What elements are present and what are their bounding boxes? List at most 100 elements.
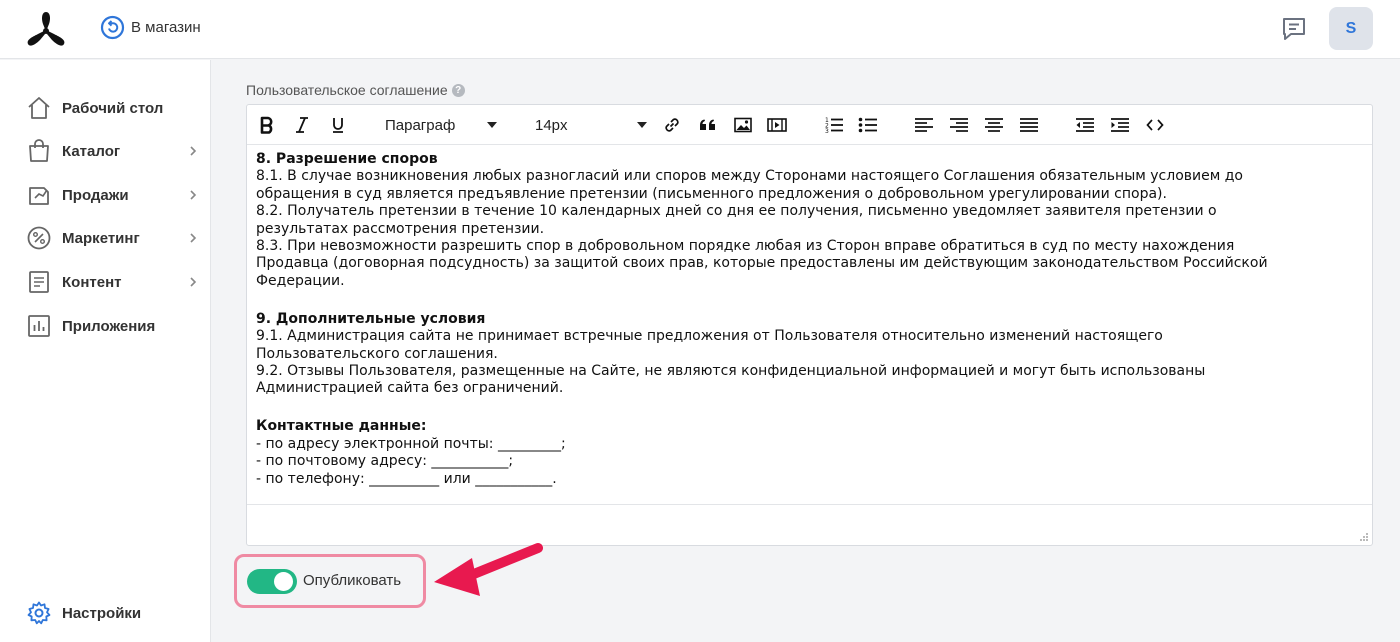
sidebar-item-label: Контент	[62, 273, 122, 291]
annotation-arrow-icon	[434, 543, 543, 596]
text-line: Федерации.	[256, 272, 345, 289]
gear-icon	[27, 601, 51, 625]
text-line: 9.2. Отзывы Пользователя, размещенные на…	[256, 363, 1206, 380]
logo-icon[interactable]	[24, 10, 68, 48]
video-button[interactable]	[766, 113, 788, 137]
sidebar-item-label: Настройки	[62, 604, 142, 622]
paragraph-select[interactable]: Параграф	[385, 113, 503, 137]
bar-chart-icon	[28, 315, 50, 337]
sidebar-item-catalog[interactable]: Каталог	[0, 131, 211, 171]
text-line: результатах рассмотрения претензии.	[256, 220, 545, 237]
sales-icon	[29, 187, 49, 205]
field-label: Пользовательское соглашение ?	[246, 82, 465, 98]
editor-toolbar: Параграф 14px 123	[247, 105, 1372, 145]
editor-status-bar	[247, 504, 1372, 545]
messages-icon[interactable]	[1280, 16, 1308, 42]
italic-icon	[296, 117, 308, 133]
user-avatar[interactable]: S	[1329, 7, 1373, 50]
italic-button[interactable]	[292, 113, 312, 137]
bold-button[interactable]	[257, 113, 277, 137]
align-justify-button[interactable]	[1018, 113, 1040, 137]
font-size-select-value: 14px	[535, 116, 568, 134]
font-size-select[interactable]: 14px	[535, 113, 650, 137]
resize-handle-icon[interactable]	[1359, 532, 1369, 542]
help-icon[interactable]: ?	[451, 83, 465, 97]
chevron-right-icon	[190, 190, 197, 200]
editor-content[interactable]: 8. Разрешение споров 8.1. В случае возни…	[256, 151, 1361, 488]
publish-highlight: Опубликовать	[234, 554, 426, 608]
text-line: Администрацией сайта без ограничений.	[256, 380, 564, 397]
ordered-list-button[interactable]: 123	[823, 113, 845, 137]
ordered-list-icon: 123	[825, 117, 843, 134]
link-button[interactable]	[662, 113, 682, 137]
align-center-button[interactable]	[983, 113, 1005, 137]
sidebar-item-label: Рабочий стол	[62, 99, 164, 117]
text-line: 8.2. Получатель претензии в течение 10 к…	[256, 203, 1217, 220]
field-label-text: Пользовательское соглашение	[246, 82, 448, 98]
home-icon	[28, 97, 50, 119]
sidebar: Рабочий стол Каталог Продажи Маркетинг К…	[0, 60, 211, 642]
align-left-button[interactable]	[913, 113, 935, 137]
align-center-icon	[985, 118, 1003, 132]
contacts-heading: Контактные данные:	[256, 418, 427, 435]
toggle-knob	[274, 572, 293, 591]
sidebar-item-marketing[interactable]: Маркетинг	[0, 218, 211, 258]
paragraph-select-value: Параграф	[385, 116, 456, 134]
quote-icon	[700, 119, 715, 130]
link-icon	[665, 118, 679, 132]
sidebar-item-label: Маркетинг	[62, 229, 140, 247]
top-header: В магазин S	[0, 0, 1400, 59]
back-to-store-link[interactable]: В магазин	[100, 15, 201, 40]
chevron-right-icon	[190, 277, 197, 287]
align-right-button[interactable]	[948, 113, 970, 137]
publish-label: Опубликовать	[303, 572, 402, 589]
indent-icon	[1111, 118, 1129, 132]
text-line: Продавца (договорная подсудность) за защ…	[256, 255, 1268, 272]
indent-button[interactable]	[1109, 113, 1131, 137]
sidebar-item-apps[interactable]: Приложения	[0, 306, 211, 346]
sidebar-item-dashboard[interactable]: Рабочий стол	[0, 88, 211, 128]
chevron-down-icon	[637, 122, 647, 128]
align-right-icon	[950, 118, 968, 132]
text-line: обращения в суд является предъявление пр…	[256, 185, 1167, 202]
bold-icon	[260, 116, 273, 134]
publish-toggle[interactable]	[247, 569, 297, 594]
sidebar-item-label: Каталог	[62, 142, 121, 160]
text-line: - по почтовому адресу: ___________;	[256, 453, 514, 470]
code-icon	[1146, 119, 1164, 131]
sidebar-item-sales[interactable]: Продажи	[0, 175, 211, 215]
shopping-bag-icon	[29, 139, 49, 162]
text-line: 8.1. В случае возникновения любых разног…	[256, 168, 1243, 185]
rich-text-editor[interactable]: Параграф 14px 123 8. Разрешение споров 8…	[246, 104, 1373, 546]
align-justify-icon	[1020, 118, 1038, 132]
underline-button[interactable]	[328, 113, 348, 137]
text-line: - по телефону: __________ или __________…	[256, 470, 557, 487]
chevron-down-icon	[487, 122, 497, 128]
chevron-right-icon	[190, 146, 197, 156]
outdent-button[interactable]	[1074, 113, 1096, 137]
sidebar-item-label: Продажи	[62, 186, 129, 204]
chevron-right-icon	[190, 233, 197, 243]
sidebar-item-content[interactable]: Контент	[0, 262, 211, 302]
text-line: 8.3. При невозможности разрешить спор в …	[256, 238, 1235, 255]
document-icon	[29, 271, 49, 293]
unordered-list-button[interactable]	[857, 113, 879, 137]
back-arrow-icon	[100, 15, 125, 40]
back-to-store-label: В магазин	[131, 19, 201, 36]
quote-button[interactable]	[697, 113, 719, 137]
video-icon	[767, 118, 787, 132]
outdent-icon	[1076, 118, 1094, 132]
text-line: 9.1. Администрация сайта не принимает вс…	[256, 328, 1163, 345]
sidebar-item-label: Приложения	[62, 317, 156, 335]
percent-icon	[27, 226, 51, 250]
underline-icon	[333, 118, 343, 133]
svg-text:3: 3	[825, 128, 829, 134]
align-left-icon	[915, 118, 933, 132]
section-9-heading: 9. Дополнительные условия	[256, 310, 486, 327]
text-line: - по адресу электронной почты: _________…	[256, 435, 566, 452]
sidebar-item-settings[interactable]: Настройки	[0, 593, 211, 633]
code-view-button[interactable]	[1144, 113, 1166, 137]
image-button[interactable]	[732, 113, 754, 137]
